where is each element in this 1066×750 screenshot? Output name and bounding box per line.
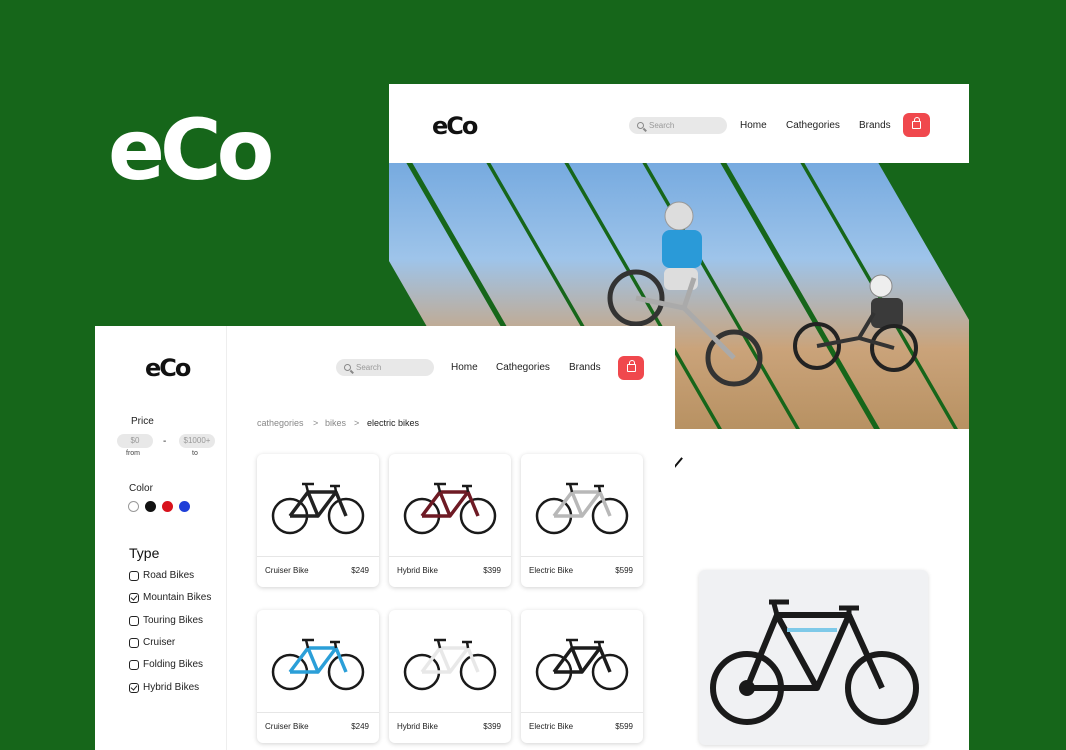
breadcrumb-categories[interactable]: cathegories [257,418,304,428]
bike-image [403,482,497,535]
product-image [257,454,379,556]
product-price: $599 [615,566,633,575]
breadcrumb-current: electric bikes [367,418,420,428]
card-divider [521,712,643,713]
color-filter-label: Color [129,483,153,494]
option-label: Cruiser [143,637,176,648]
price-from-input[interactable]: $0 [117,434,153,448]
type-option-cruiser[interactable]: Cruiser [129,637,175,648]
search-placeholder: Search [649,121,675,130]
product-price: $399 [483,566,501,575]
checkbox[interactable] [129,615,139,626]
card-divider [257,556,379,557]
price-from-label: from [126,450,140,457]
card-divider [521,556,643,557]
product-image [521,454,643,556]
product-image [521,610,643,712]
nav-home[interactable]: Home [740,120,767,131]
bike-image [271,638,365,691]
hero-rider-second [793,274,918,372]
option-label: Folding Bikes [143,659,204,670]
breadcrumb-separator: > [313,418,319,428]
product-card[interactable]: Electric Bike $599 [521,454,643,587]
product-price: $249 [351,566,369,575]
type-option-mountain-bikes[interactable]: Mountain Bikes [129,592,211,603]
checkbox[interactable] [129,659,139,670]
product-name: Electric Bike [529,722,574,731]
nav-categories[interactable]: Cathegories [786,120,840,131]
price-to-input[interactable]: $1000+ [179,434,215,448]
cart-button[interactable] [903,113,930,137]
brand-logo-large: eCo [108,101,274,199]
checkbox[interactable] [129,637,139,648]
card-divider [389,712,511,713]
product-card[interactable]: Hybrid Bike $399 [389,454,511,587]
type-option-touring-bikes[interactable]: Touring Bikes [129,615,203,626]
search-icon [637,122,644,129]
color-swatch-red[interactable] [162,501,173,512]
option-label: Hybrid Bikes [143,682,200,693]
type-option-hybrid-bikes[interactable]: Hybrid Bikes [129,682,199,693]
bike-image [535,638,629,691]
shop-page-window: eCo Price $0 from - $1000+ to Color Type… [95,326,675,750]
checkbox-checked[interactable] [129,592,139,603]
product-image [257,610,379,712]
product-price: $399 [483,722,501,731]
bike-image [271,482,365,535]
search-placeholder: Search [356,363,382,372]
product-card[interactable]: Hybrid Bike $399 [389,610,511,743]
bike-image [535,482,629,535]
nav-brands[interactable]: Brands [859,120,891,131]
shopping-bag-icon [912,117,921,129]
nav-categories[interactable]: Cathegories [496,362,550,373]
card-divider [389,556,511,557]
product-name: Hybrid Bike [397,566,438,575]
sidebar-logo[interactable]: eCo [145,354,191,382]
shopping-bag-icon [626,360,636,372]
color-swatch-black[interactable] [145,501,156,512]
product-price: $599 [615,722,633,731]
checkbox[interactable] [129,570,139,581]
header-logo[interactable]: eCo [432,112,478,140]
breadcrumb-bikes[interactable]: bikes [325,418,346,428]
bike-image [403,638,497,691]
product-image [389,454,511,556]
option-label: Road Bikes [143,570,195,581]
color-swatch-white[interactable] [128,501,139,512]
product-image [389,610,511,712]
price-filter-label: Price [131,416,154,427]
product-card[interactable]: Electric Bike $599 [521,610,643,743]
price-range-separator: - [163,436,167,447]
product-price: $249 [351,722,369,731]
cart-button[interactable] [618,356,644,380]
product-name: Hybrid Bike [397,722,438,731]
product-name: Electric Bike [529,566,574,575]
price-to-label: to [192,450,198,457]
featured-bike-image [710,599,919,725]
color-swatch-blue[interactable] [179,501,190,512]
nav-home[interactable]: Home [451,362,478,373]
product-card[interactable]: Cruiser Bike $249 [257,610,379,743]
type-option-folding-bikes[interactable]: Folding Bikes [129,659,203,670]
option-label: Mountain Bikes [143,592,212,603]
search-icon [344,364,351,371]
featured-product-card[interactable] [699,570,928,745]
type-option-road-bikes[interactable]: Road Bikes [129,570,194,581]
filter-sidebar: eCo Price $0 from - $1000+ to Color Type… [95,326,227,750]
product-name: Cruiser Bike [265,722,309,731]
hero-header: eCo Search Home Cathegories Brands [389,84,969,163]
card-divider [257,712,379,713]
nav-brands[interactable]: Brands [569,362,601,373]
type-filter-label: Type [129,545,160,561]
search-input[interactable]: Search [336,359,434,376]
search-input[interactable]: Search [629,117,727,134]
breadcrumb-separator: > [354,418,360,428]
checkbox-checked[interactable] [129,682,139,693]
option-label: Touring Bikes [143,615,204,626]
product-name: Cruiser Bike [265,566,309,575]
product-card[interactable]: Cruiser Bike $249 [257,454,379,587]
